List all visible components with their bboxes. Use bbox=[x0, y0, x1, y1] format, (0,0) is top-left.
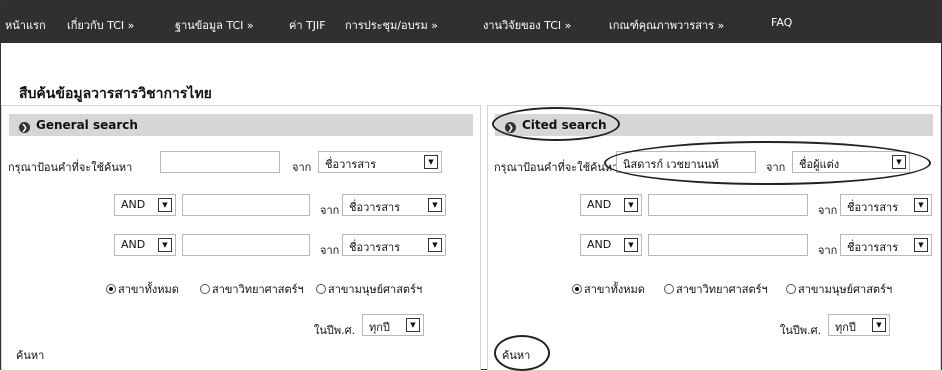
dropdown-arrow-icon: ▼ bbox=[624, 198, 638, 212]
from-label: จาก bbox=[818, 244, 838, 257]
annotation-circle-author-field bbox=[604, 141, 931, 185]
dropdown-arrow-icon: ▼ bbox=[158, 198, 172, 212]
radio-label: สาขาทั้งหมด bbox=[118, 283, 179, 296]
general-search-button[interactable]: ค้นหา bbox=[16, 346, 44, 364]
dropdown-arrow-icon: ▼ bbox=[428, 198, 442, 212]
general-radio-all[interactable]: สาขาทั้งหมด bbox=[106, 280, 179, 298]
dropdown-arrow-icon: ▼ bbox=[872, 318, 886, 332]
top-navigation: หน้าแรก เกี่ยวกับ TCI » ฐานข้อมูล TCI » … bbox=[1, 1, 942, 43]
operator-value: AND bbox=[587, 198, 612, 211]
cited-search-prompt: กรุณาป้อนคำที่จะใช้ค้นหา bbox=[494, 161, 619, 174]
nav-journal-criteria[interactable]: เกณฑ์คุณภาพวารสาร » bbox=[609, 16, 724, 34]
radio-selected-icon bbox=[106, 284, 116, 294]
general-keyword-input-1[interactable] bbox=[160, 151, 280, 173]
general-field-select-2[interactable]: ชื่อวารสาร ▼ bbox=[342, 194, 446, 216]
field-select-value: ชื่อวารสาร bbox=[847, 201, 899, 214]
year-label: ในปีพ.ศ. bbox=[314, 324, 356, 337]
radio-icon bbox=[316, 284, 326, 294]
cited-radio-all[interactable]: สาขาทั้งหมด bbox=[572, 280, 645, 298]
nav-tci-database[interactable]: ฐานข้อมูล TCI » bbox=[175, 16, 254, 34]
radio-icon bbox=[200, 284, 210, 294]
nav-tjif[interactable]: ค่า TJIF bbox=[289, 16, 326, 34]
cited-operator-select-2[interactable]: AND ▼ bbox=[580, 194, 642, 216]
general-radio-science[interactable]: สาขาวิทยาศาสตร์ฯ bbox=[200, 280, 304, 298]
dropdown-arrow-icon: ▼ bbox=[914, 238, 928, 252]
nav-home[interactable]: หน้าแรก bbox=[5, 16, 46, 34]
nav-about-tci[interactable]: เกี่ยวกับ TCI » bbox=[67, 16, 134, 34]
general-search-prompt: กรุณาป้อนคำที่จะใช้ค้นหา bbox=[8, 161, 133, 174]
radio-icon bbox=[786, 284, 796, 294]
nav-faq[interactable]: FAQ bbox=[771, 16, 792, 29]
cited-radio-science[interactable]: สาขาวิทยาศาสตร์ฯ bbox=[664, 280, 768, 298]
radio-icon bbox=[664, 284, 674, 294]
dropdown-arrow-icon: ▼ bbox=[158, 238, 172, 252]
dropdown-arrow-icon: ▼ bbox=[914, 198, 928, 212]
radio-label: สาขามนุษย์ศาสตร์ฯ bbox=[798, 283, 893, 296]
general-keyword-input-2[interactable] bbox=[182, 194, 310, 216]
annotation-circle-search-button bbox=[494, 335, 550, 371]
general-year-select[interactable]: ทุกปี ▼ bbox=[362, 314, 424, 336]
cited-keyword-input-2[interactable] bbox=[648, 194, 808, 216]
radio-label: สาขาวิทยาศาสตร์ฯ bbox=[676, 283, 768, 296]
radio-label: สาขามนุษย์ศาสตร์ฯ bbox=[328, 283, 423, 296]
operator-value: AND bbox=[121, 198, 146, 211]
field-select-value: ชื่อวารสาร bbox=[847, 241, 899, 254]
year-value: ทุกปี bbox=[835, 321, 856, 334]
dropdown-arrow-icon: ▼ bbox=[428, 238, 442, 252]
radio-selected-icon bbox=[572, 284, 582, 294]
general-operator-select-3[interactable]: AND ▼ bbox=[114, 234, 176, 256]
general-search-header[interactable]: ❯ General search bbox=[9, 114, 473, 136]
nav-tci-research[interactable]: งานวิจัยของ TCI » bbox=[483, 16, 571, 34]
general-operator-select-2[interactable]: AND ▼ bbox=[114, 194, 176, 216]
radio-label: สาขาวิทยาศาสตร์ฯ bbox=[212, 283, 304, 296]
operator-value: AND bbox=[587, 238, 612, 251]
field-select-value: ชื่อวารสาร bbox=[349, 241, 401, 254]
cited-keyword-input-3[interactable] bbox=[648, 234, 808, 256]
general-search-panel: ❯ General search กรุณาป้อนคำที่จะใช้ค้นหา… bbox=[1, 105, 481, 371]
cited-radio-humanities[interactable]: สาขามนุษย์ศาสตร์ฯ bbox=[786, 280, 892, 298]
general-field-select-1[interactable]: ชื่อวารสาร ▼ bbox=[318, 151, 442, 173]
operator-value: AND bbox=[121, 238, 146, 251]
cited-field-select-2[interactable]: ชื่อวารสาร ▼ bbox=[840, 194, 932, 216]
dropdown-arrow-icon: ▼ bbox=[624, 238, 638, 252]
cited-field-select-3[interactable]: ชื่อวารสาร ▼ bbox=[840, 234, 932, 256]
field-select-value: ชื่อวารสาร bbox=[325, 158, 377, 171]
annotation-circle-cited-heading bbox=[492, 107, 620, 141]
year-value: ทุกปี bbox=[369, 321, 390, 334]
from-label: จาก bbox=[818, 204, 838, 217]
from-label: จาก bbox=[320, 244, 340, 257]
collapse-icon: ❯ bbox=[19, 122, 30, 133]
from-label: จาก bbox=[320, 204, 340, 217]
radio-label: สาขาทั้งหมด bbox=[584, 283, 645, 296]
field-select-value: ชื่อวารสาร bbox=[349, 201, 401, 214]
nav-conference[interactable]: การประชุม/อบรม » bbox=[345, 16, 438, 34]
year-label: ในปีพ.ศ. bbox=[780, 324, 822, 337]
general-search-heading: General search bbox=[36, 118, 138, 132]
page-frame: หน้าแรก เกี่ยวกับ TCI » ฐานข้อมูล TCI » … bbox=[0, 0, 942, 371]
cited-year-select[interactable]: ทุกปี ▼ bbox=[828, 314, 890, 336]
general-field-select-3[interactable]: ชื่อวารสาร ▼ bbox=[342, 234, 446, 256]
general-keyword-input-3[interactable] bbox=[182, 234, 310, 256]
dropdown-arrow-icon: ▼ bbox=[424, 155, 438, 169]
cited-operator-select-3[interactable]: AND ▼ bbox=[580, 234, 642, 256]
dropdown-arrow-icon: ▼ bbox=[406, 318, 420, 332]
general-radio-humanities[interactable]: สาขามนุษย์ศาสตร์ฯ bbox=[316, 280, 422, 298]
from-label: จาก bbox=[292, 161, 312, 174]
